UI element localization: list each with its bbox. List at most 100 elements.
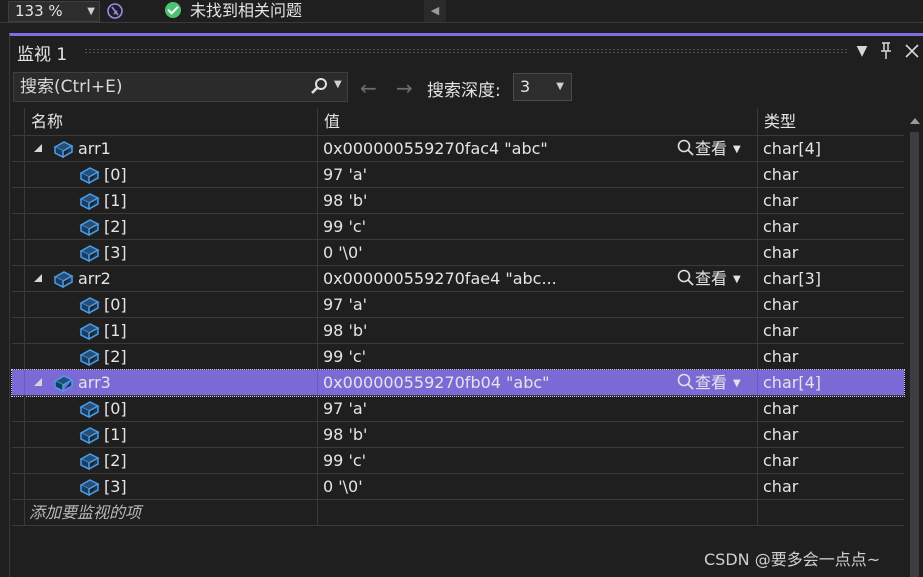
watermark: CSDN @要多会一点点~ [704, 550, 881, 569]
watch-row-child[interactable]: [3] 0 '\0' char [12, 474, 904, 500]
chevron-down-icon[interactable]: ▼ [733, 378, 741, 389]
array-object-icon [78, 477, 100, 497]
arrow-right-icon[interactable]: → [396, 76, 413, 100]
watch-type: char [763, 477, 799, 496]
watch-type: char [763, 451, 799, 470]
collapse-triangle-icon[interactable] [34, 378, 42, 386]
watch-type: char [763, 243, 799, 262]
array-object-icon [52, 269, 74, 289]
type-cell: char[4] [757, 136, 904, 161]
search-icon[interactable] [309, 77, 329, 97]
watch-row-child[interactable]: [2] 99 'c' char [12, 448, 904, 474]
watch-value: 0x000000559270fac4 "abc" [323, 139, 548, 158]
name-cell[interactable]: [1] [24, 422, 317, 447]
watch-row-parent[interactable]: arr1 0x000000559270fac4 "abc" 查看 ▼ char[4] [12, 136, 904, 162]
window-menu-icon[interactable]: ▼ [852, 40, 872, 62]
value-cell[interactable]: 0 '\0' [317, 474, 757, 499]
name-cell[interactable]: [1] [24, 188, 317, 213]
name-cell[interactable]: [3] [24, 240, 317, 265]
collapse-triangle-icon[interactable] [34, 144, 42, 152]
value-cell[interactable]: 98 'b' [317, 188, 757, 213]
watch-value: 99 'c' [323, 217, 367, 236]
name-cell[interactable]: [3] [24, 474, 317, 499]
value-cell[interactable]: 0x000000559270fb04 "abc" 查看 ▼ [317, 370, 757, 395]
add-watch-placeholder[interactable]: 添加要监视的项 [24, 500, 317, 525]
code-cleanup-icon[interactable] [104, 1, 126, 21]
watch-row-child[interactable]: [0] 97 'a' char [12, 162, 904, 188]
watch-row-child[interactable]: [1] 98 'b' char [12, 422, 904, 448]
scrollbar-thumb[interactable] [910, 132, 919, 577]
column-header-value[interactable]: 值 [317, 108, 757, 136]
watch-row-child[interactable]: [2] 99 'c' char [12, 344, 904, 370]
type-cell: char [757, 448, 904, 473]
watch-type: char [763, 347, 799, 366]
name-cell[interactable]: arr3 [24, 370, 317, 395]
value-cell[interactable]: 0x000000559270fac4 "abc" 查看 ▼ [317, 136, 757, 161]
watch-row-child[interactable]: [3] 0 '\0' char [12, 240, 904, 266]
name-cell[interactable]: [0] [24, 396, 317, 421]
search-box[interactable]: ▼ [13, 72, 348, 102]
chevron-down-icon[interactable]: ▼ [733, 274, 741, 285]
value-cell[interactable]: 0 '\0' [317, 240, 757, 265]
watch-row-parent[interactable]: arr2 0x000000559270fae4 "abc... 查看 ▼ char[3] [12, 266, 904, 292]
text-visualizer-button[interactable]: 查看 ▼ [677, 370, 741, 395]
name-cell[interactable]: arr1 [24, 136, 317, 161]
watch-value: 0x000000559270fb04 "abc" [323, 373, 550, 392]
array-object-icon [78, 347, 100, 367]
watch-value: 0 '\0' [323, 477, 363, 496]
viewer-label: 查看 [695, 373, 728, 392]
name-cell[interactable]: [1] [24, 318, 317, 343]
value-cell[interactable]: 97 'a' [317, 396, 757, 421]
value-cell[interactable]: 99 'c' [317, 214, 757, 239]
watch-row-child[interactable]: [0] 97 'a' char [12, 292, 904, 318]
search-options-chevron-icon[interactable]: ▼ [334, 79, 342, 90]
value-cell[interactable]: 99 'c' [317, 344, 757, 369]
type-cell: char [757, 422, 904, 447]
name-cell[interactable]: [0] [24, 162, 317, 187]
value-cell[interactable]: 99 'c' [317, 448, 757, 473]
type-cell: char [757, 344, 904, 369]
name-cell[interactable]: [2] [24, 214, 317, 239]
column-header-type[interactable]: 类型 [757, 108, 904, 136]
watch-row-child[interactable]: [1] 98 'b' char [12, 188, 904, 214]
name-cell[interactable]: [2] [24, 448, 317, 473]
watch-name: [3] [104, 477, 127, 496]
watch-row-child[interactable]: [1] 98 'b' char [12, 318, 904, 344]
value-cell[interactable]: 0x000000559270fae4 "abc... 查看 ▼ [317, 266, 757, 291]
watch-row-parent[interactable]: arr3 0x000000559270fb04 "abc" 查看 ▼ char[4] [11, 369, 905, 397]
pin-icon[interactable] [876, 40, 896, 62]
watch-name: [0] [104, 295, 127, 314]
value-cell[interactable]: 97 'a' [317, 162, 757, 187]
scroll-left-icon[interactable]: ◀ [424, 0, 446, 22]
collapse-triangle-icon[interactable] [34, 274, 42, 282]
zoom-dropdown[interactable]: 133 % ▼ [8, 1, 100, 22]
add-watch-row[interactable]: 添加要监视的项 [12, 500, 904, 526]
text-visualizer-button[interactable]: 查看 ▼ [677, 266, 741, 291]
watch-row-child[interactable]: [0] 97 'a' char [12, 396, 904, 422]
issues-indicator[interactable]: 未找到相关问题 [165, 0, 302, 22]
name-cell[interactable]: [2] [24, 344, 317, 369]
type-cell: char [757, 292, 904, 317]
drag-grip[interactable] [84, 48, 848, 53]
watch-value: 98 'b' [323, 191, 368, 210]
panel-titlebar[interactable]: 监视 1 ▼ [10, 36, 923, 66]
watch-value: 98 'b' [323, 321, 368, 340]
chevron-down-icon[interactable]: ▼ [733, 144, 741, 155]
column-header-name[interactable]: 名称 [24, 108, 317, 136]
name-cell[interactable]: arr2 [24, 266, 317, 291]
close-icon[interactable] [902, 40, 922, 62]
value-cell[interactable]: 98 'b' [317, 318, 757, 343]
arrow-left-icon[interactable]: ← [360, 76, 377, 100]
watch-name: [1] [104, 425, 127, 444]
value-cell[interactable]: 98 'b' [317, 422, 757, 447]
text-visualizer-button[interactable]: 查看 ▼ [677, 136, 741, 161]
name-cell[interactable]: [0] [24, 292, 317, 317]
value-cell[interactable]: 97 'a' [317, 292, 757, 317]
search-input[interactable] [14, 73, 304, 101]
vertical-scrollbar[interactable] [907, 108, 923, 577]
array-object-icon [78, 451, 100, 471]
search-depth-dropdown[interactable]: 3 ▼ [513, 73, 572, 101]
scroll-up-icon[interactable] [910, 118, 920, 124]
watch-row-child[interactable]: [2] 99 'c' char [12, 214, 904, 240]
watch-name: [3] [104, 243, 127, 262]
